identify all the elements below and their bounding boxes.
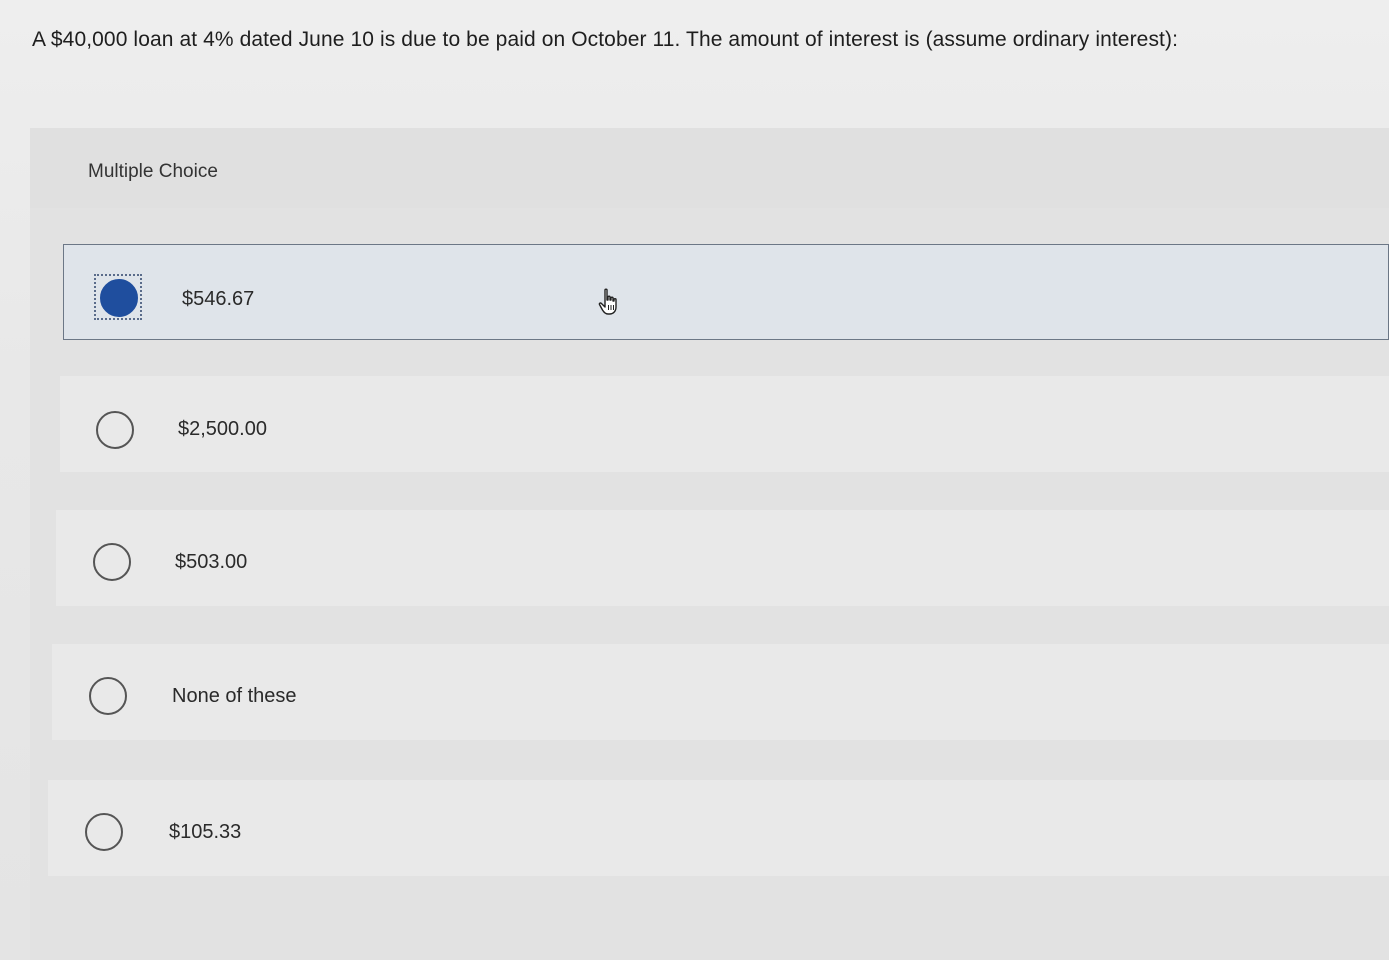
answer-option-2[interactable]: $2,500.00 [60, 376, 1389, 472]
answer-option-5[interactable]: $105.33 [48, 780, 1389, 876]
radio-button[interactable] [89, 677, 127, 715]
radio-button[interactable] [93, 543, 131, 581]
question-page: A $40,000 loan at 4% dated June 10 is du… [0, 0, 1389, 960]
question-text: A $40,000 loan at 4% dated June 10 is du… [32, 28, 1179, 51]
answer-option-1[interactable]: $546.67 [63, 244, 1389, 340]
radio-button-selected[interactable] [100, 279, 138, 317]
multiple-choice-label: Multiple Choice [88, 161, 218, 182]
answer-option-3[interactable]: $503.00 [56, 510, 1389, 606]
answer-option-4[interactable]: None of these [52, 644, 1389, 740]
answer-option-label: $503.00 [175, 551, 248, 573]
answer-option-label: $105.33 [169, 821, 242, 843]
radio-button[interactable] [85, 813, 123, 851]
answer-option-label: $2,500.00 [178, 418, 267, 440]
radio-button[interactable] [96, 411, 134, 449]
multiple-choice-header: Multiple Choice [30, 128, 1389, 208]
answer-option-label: None of these [172, 685, 297, 707]
answer-option-label: $546.67 [182, 288, 255, 310]
hand-pointer-icon [598, 288, 617, 315]
